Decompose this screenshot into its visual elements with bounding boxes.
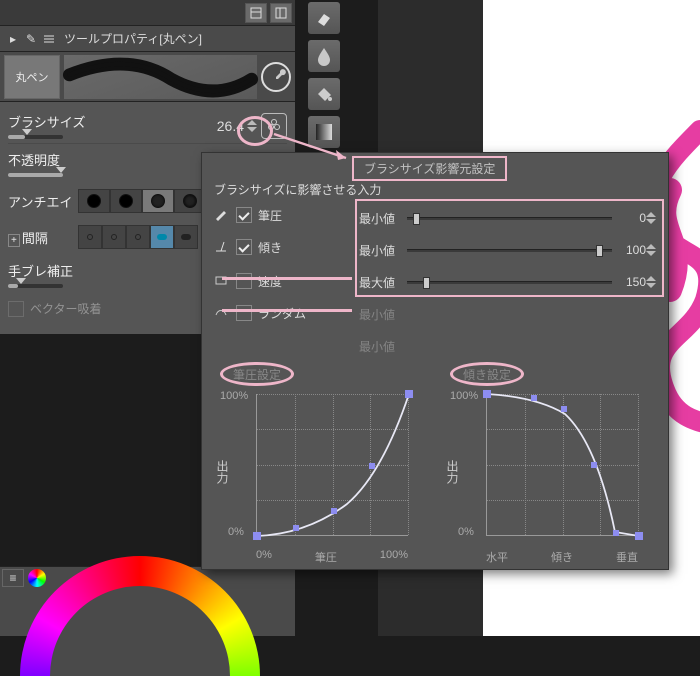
spacing-opt-5[interactable] xyxy=(174,225,198,249)
popup-subtitle: ブラシサイズに影響させる入力 xyxy=(214,181,381,198)
pen-pressure-checkbox[interactable] xyxy=(236,207,252,223)
color-panel: ≡ xyxy=(0,566,295,636)
pen-pressure-icon xyxy=(212,207,230,224)
pen-pressure-text: 筆圧 xyxy=(258,207,282,224)
menu-icon[interactable] xyxy=(40,34,58,44)
aa-option-2[interactable] xyxy=(110,189,142,213)
velocity-checkbox[interactable] xyxy=(236,273,252,289)
popup-title: ブラシサイズ影響元設定 xyxy=(352,156,507,181)
aa-option-3[interactable] xyxy=(142,189,174,213)
blur-icon[interactable] xyxy=(308,40,340,72)
tilt-text: 傾き xyxy=(258,239,282,256)
slider-random-disabled: 最小値 xyxy=(359,333,658,359)
slider-velocity-disabled: 最小値 xyxy=(359,301,658,327)
random-icon xyxy=(212,305,230,322)
stabilize-slider[interactable] xyxy=(8,284,63,288)
annotation-underline-1 xyxy=(222,277,352,280)
annotation-circle xyxy=(237,116,273,146)
tilt-icon xyxy=(212,239,230,256)
panel-header: ▸ ✎ ツールプロパティ[丸ペン] xyxy=(0,26,295,52)
input-source-list: 筆圧 傾き 速度 ランダム xyxy=(212,201,347,331)
layout-icon[interactable] xyxy=(245,3,267,23)
random-checkbox[interactable] xyxy=(236,305,252,321)
side-tool-column xyxy=(308,2,344,148)
color-ring[interactable] xyxy=(20,556,260,676)
vector-snap-label: ベクター吸着 xyxy=(30,300,102,317)
panel-title: ツールプロパティ[丸ペン] xyxy=(64,30,202,47)
input-tilt[interactable]: 傾き xyxy=(212,233,347,261)
velocity-icon xyxy=(212,273,230,290)
eraser-icon[interactable] xyxy=(308,2,340,34)
slider-1[interactable] xyxy=(407,213,612,223)
panel-topbar xyxy=(0,0,295,26)
opacity-slider[interactable] xyxy=(8,173,63,177)
annotation-underline-2 xyxy=(222,309,352,312)
value-sliders: 最小値 0 最小値 100 最大値 150 最小値 最小値 xyxy=(359,205,658,365)
tilt-checkbox[interactable] xyxy=(236,239,252,255)
random-text: ランダム xyxy=(258,305,306,322)
layout-icon-2[interactable] xyxy=(270,3,292,23)
input-velocity[interactable]: 速度 xyxy=(212,267,347,295)
input-random[interactable]: ランダム xyxy=(212,299,347,327)
tilt-curve-title: 傾き設定 xyxy=(450,362,524,386)
spacing-opt-4[interactable] xyxy=(150,225,174,249)
brush-stroke-preview xyxy=(64,55,257,99)
brush-size-value[interactable]: 26.4 xyxy=(126,118,247,134)
tilt-curve-grid[interactable] xyxy=(486,394,638,536)
slider-3[interactable] xyxy=(407,277,612,287)
preset-bar: 丸ペン xyxy=(0,52,295,102)
input-pen-pressure[interactable]: 筆圧 xyxy=(212,201,347,229)
spacing-label: +間隔 xyxy=(8,228,78,247)
pressure-curve-title: 筆圧設定 xyxy=(220,362,294,386)
aa-option-1[interactable] xyxy=(78,189,110,213)
close-icon[interactable]: ▸ xyxy=(4,32,22,46)
spacing-opt-3[interactable] xyxy=(126,225,150,249)
preset-thumbnail[interactable]: 丸ペン xyxy=(4,55,60,99)
subtool-detail-button[interactable] xyxy=(261,62,291,92)
app-window: ▸ ✎ ツールプロパティ[丸ペン] 丸ペン xyxy=(0,0,700,636)
vector-snap-checkbox[interactable] xyxy=(8,301,24,317)
annotation-arrow xyxy=(274,134,354,164)
dynamics-popup: ブラシサイズ影響元設定 ブラシサイズに影響させる入力 筆圧 傾き 速度 xyxy=(201,152,669,570)
spacing-opt-2[interactable] xyxy=(102,225,126,249)
brush-size-slider[interactable] xyxy=(8,135,63,139)
pressure-curve-grid[interactable] xyxy=(256,394,408,536)
antialias-label: アンチエイ xyxy=(8,192,78,211)
pressure-curve: 筆圧設定 100% 出力 0% 0% 筆圧 100% xyxy=(220,388,420,563)
opacity-label: 不透明度 xyxy=(8,150,78,169)
slider-2[interactable] xyxy=(407,245,612,255)
fill-icon[interactable] xyxy=(308,78,340,110)
spacing-opt-1[interactable] xyxy=(78,225,102,249)
velocity-text: 速度 xyxy=(258,273,282,290)
pin-icon[interactable]: ✎ xyxy=(22,32,40,46)
tilt-curve: 傾き設定 100% 出力 0% 水平 傾き 垂直 xyxy=(450,388,650,563)
